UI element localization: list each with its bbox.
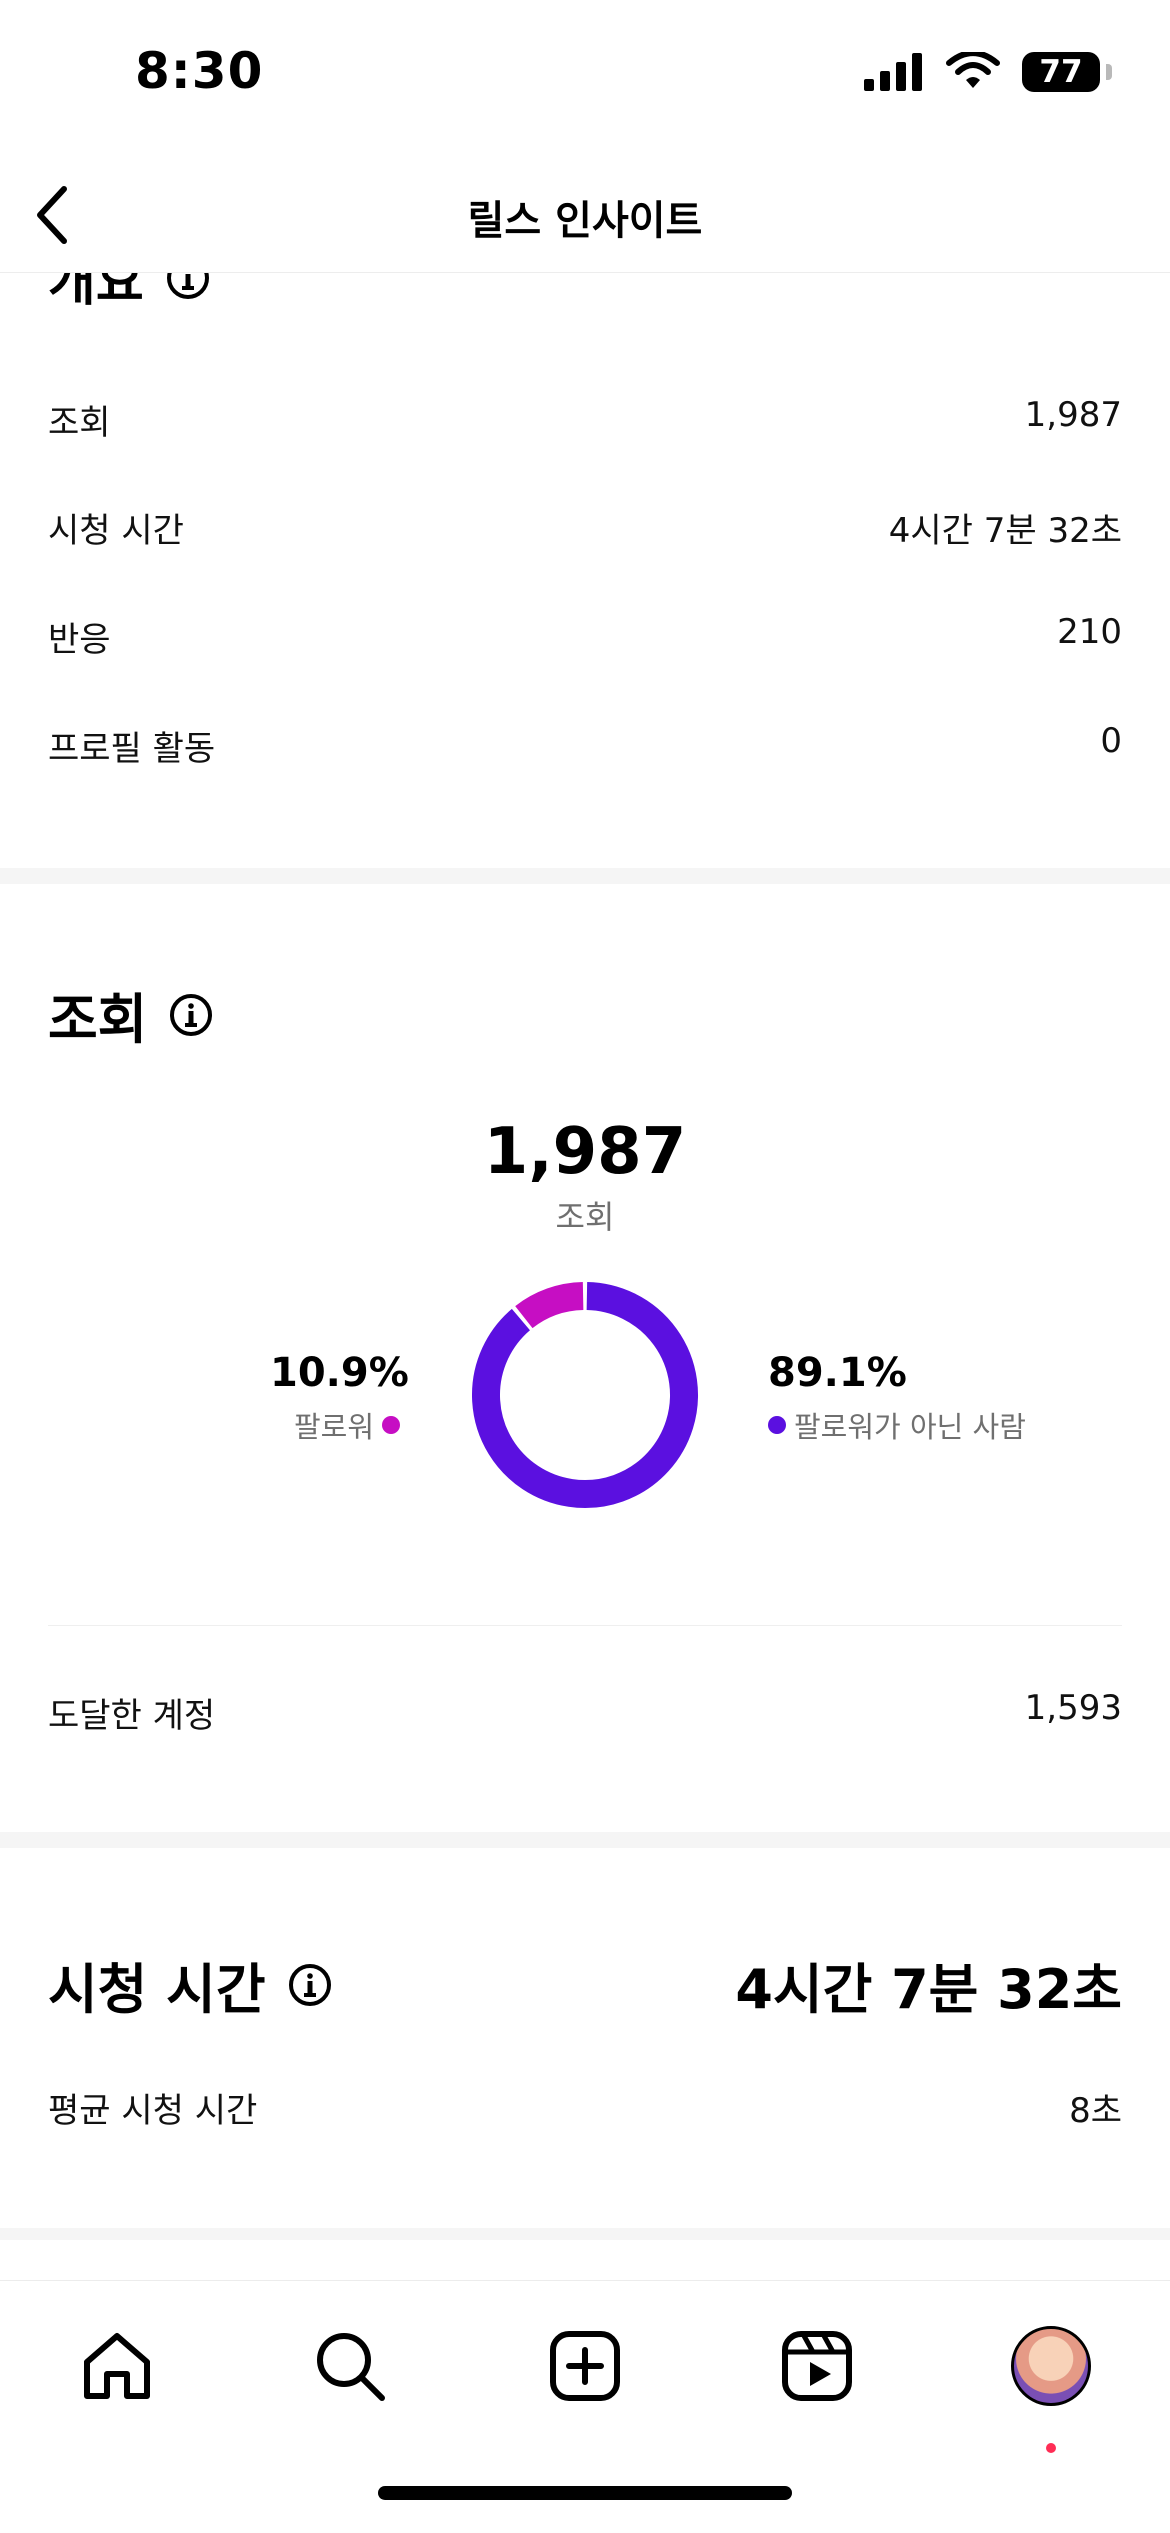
create-icon — [550, 2331, 620, 2401]
tab-search[interactable] — [305, 2321, 395, 2411]
separator-line — [48, 1625, 1122, 1626]
views-title: 조회 — [48, 975, 213, 1054]
views-total-caption: 조회 — [555, 1198, 615, 1236]
reached-accounts-value: 1,593 — [1024, 1688, 1122, 1728]
tab-reels[interactable] — [772, 2321, 862, 2411]
section-divider — [0, 868, 1170, 884]
non-followers-legend-label: 팔로워가 아닌 사람 — [794, 1410, 1026, 1444]
donut-slice-non-followers — [472, 1282, 698, 1508]
non-followers-legend: 팔로워가 아닌 사람 — [768, 1404, 1026, 1446]
donut-slice-followers — [515, 1282, 584, 1329]
overview-row-label: 프로필 활동 — [48, 729, 216, 769]
overview-row-label: 조회 — [48, 403, 111, 443]
overview-row-value: 4시간 7분 32초 — [888, 511, 1122, 551]
tab-home[interactable] — [72, 2321, 162, 2411]
notification-dot — [1046, 2443, 1056, 2453]
nav-header: 릴스 인사이트 — [0, 160, 1170, 273]
wifi-icon — [946, 52, 1000, 88]
status-time: 8:30 — [135, 42, 264, 100]
reached-accounts-label: 도달한 계정 — [48, 1696, 216, 1736]
followers-legend-dot — [382, 1416, 400, 1434]
cellular-signal-icon — [864, 53, 922, 91]
followers-legend-label: 팔로워 — [293, 1410, 374, 1444]
watch-time-title-text: 시청 시간 — [48, 1958, 266, 2021]
overview-row-value: 0 — [1100, 721, 1122, 761]
watch-time-total: 4시간 7분 32초 — [735, 1958, 1122, 2021]
reels-icon — [782, 2331, 852, 2401]
overview-row-value: 1,987 — [1024, 395, 1122, 435]
avg-watch-time-value: 8초 — [1069, 2091, 1122, 2131]
home-indicator — [378, 2486, 792, 2500]
home-icon — [84, 2333, 150, 2399]
tab-profile[interactable] — [1006, 2321, 1096, 2411]
search-icon — [317, 2333, 385, 2401]
page-title: 릴스 인사이트 — [467, 198, 703, 244]
watch-time-title: 시청 시간 — [48, 1945, 332, 2024]
section-divider — [0, 1832, 1170, 1848]
info-icon[interactable] — [288, 1963, 332, 2007]
non-followers-percent: 89.1% — [768, 1350, 907, 1396]
views-donut-chart — [472, 1282, 698, 1508]
info-icon[interactable] — [169, 993, 213, 1037]
section-divider — [0, 2228, 1170, 2240]
overview-row-label: 반응 — [48, 620, 111, 660]
views-total: 1,987 — [483, 1115, 687, 1189]
followers-legend: 팔로워 — [294, 1404, 400, 1446]
avg-watch-time-label: 평균 시청 시간 — [48, 2091, 258, 2131]
battery-level: 77 — [1039, 54, 1083, 90]
status-icons: 77 — [864, 52, 1112, 92]
overview-row-value: 210 — [1057, 612, 1122, 652]
profile-avatar — [1011, 2326, 1091, 2406]
views-title-text: 조회 — [48, 988, 148, 1051]
overview-row-label: 시청 시간 — [48, 511, 184, 551]
tab-create[interactable] — [540, 2321, 630, 2411]
followers-percent: 10.9% — [270, 1350, 409, 1396]
battery-tip — [1106, 64, 1112, 80]
non-followers-legend-dot — [768, 1416, 786, 1434]
battery-indicator: 77 — [1022, 52, 1112, 92]
